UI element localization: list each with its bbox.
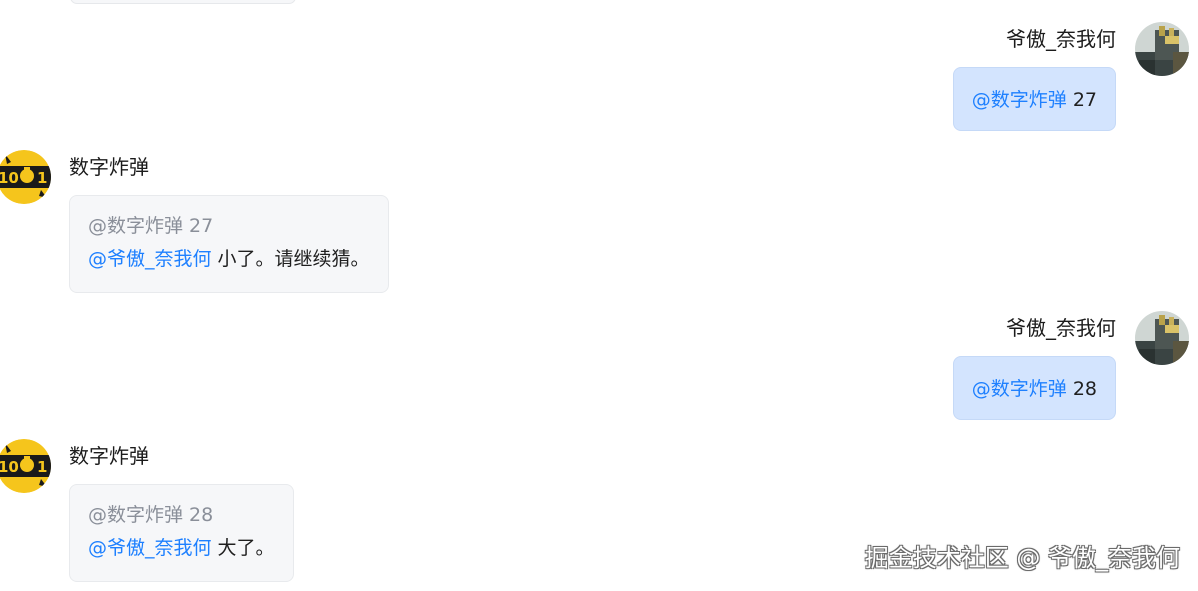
svg-text:1: 1 — [37, 169, 47, 187]
sender-name: 爷傲_奈我何 — [1006, 27, 1116, 51]
message-outgoing-2: 爷傲_奈我何 @数字炸弹 28 — [0, 309, 1198, 429]
svg-text:10: 10 — [0, 169, 19, 187]
sender-name: 数字炸弹 — [69, 444, 149, 468]
quoted-text: 27 — [183, 215, 214, 237]
sender-name: 爷傲_奈我何 — [1006, 316, 1116, 340]
quoted-message: @数字炸弹 28 — [88, 499, 275, 532]
message-bubble: @数字炸弹 27 — [952, 67, 1116, 131]
quoted-mention: @数字炸弹 — [88, 504, 184, 526]
sender-name: 数字炸弹 — [69, 155, 149, 179]
user-avatar[interactable] — [1135, 22, 1189, 76]
quoted-mention: @数字炸弹 — [88, 215, 184, 237]
message-bubble: @数字炸弹 28 @爷傲_奈我何 大了。 — [69, 484, 294, 582]
message-outgoing-1: 爷傲_奈我何 @数字炸弹 27 — [0, 20, 1198, 140]
bot-avatar[interactable]: 10 1 — [0, 150, 51, 204]
quoted-text: 28 — [183, 504, 214, 526]
message-text: 小了。请继续猜。 — [211, 248, 370, 270]
message-bubble: @数字炸弹 28 — [952, 356, 1116, 420]
reply-line: @爷傲_奈我何 小了。请继续猜。 — [88, 243, 370, 276]
message-incoming-1: 10 1 数字炸弹 @数字炸弹 27 @爷傲_奈我何 小了。请继续猜。 — [0, 148, 1198, 298]
reply-line: @爷傲_奈我何 大了。 — [88, 532, 275, 565]
quoted-message: @数字炸弹 27 — [88, 210, 370, 243]
message-text: 27 — [1066, 89, 1097, 111]
svg-text:10: 10 — [0, 458, 19, 476]
mention-link[interactable]: @爷傲_奈我何 — [88, 248, 212, 270]
svg-text:1: 1 — [37, 458, 47, 476]
mention-link[interactable]: @数字炸弹 — [972, 378, 1067, 400]
mention-link[interactable]: @爷傲_奈我何 — [88, 537, 212, 559]
message-text: 28 — [1066, 378, 1097, 400]
mention-link[interactable]: @数字炸弹 — [972, 89, 1067, 111]
previous-message-bubble — [70, 0, 296, 4]
bot-avatar[interactable]: 10 1 — [0, 439, 51, 493]
message-bubble: @数字炸弹 27 @爷傲_奈我何 小了。请继续猜。 — [69, 195, 389, 293]
watermark: 掘金技术社区 @ 爷傲_奈我何 — [864, 544, 1180, 572]
user-avatar[interactable] — [1135, 311, 1189, 365]
message-text: 大了。 — [211, 537, 275, 559]
